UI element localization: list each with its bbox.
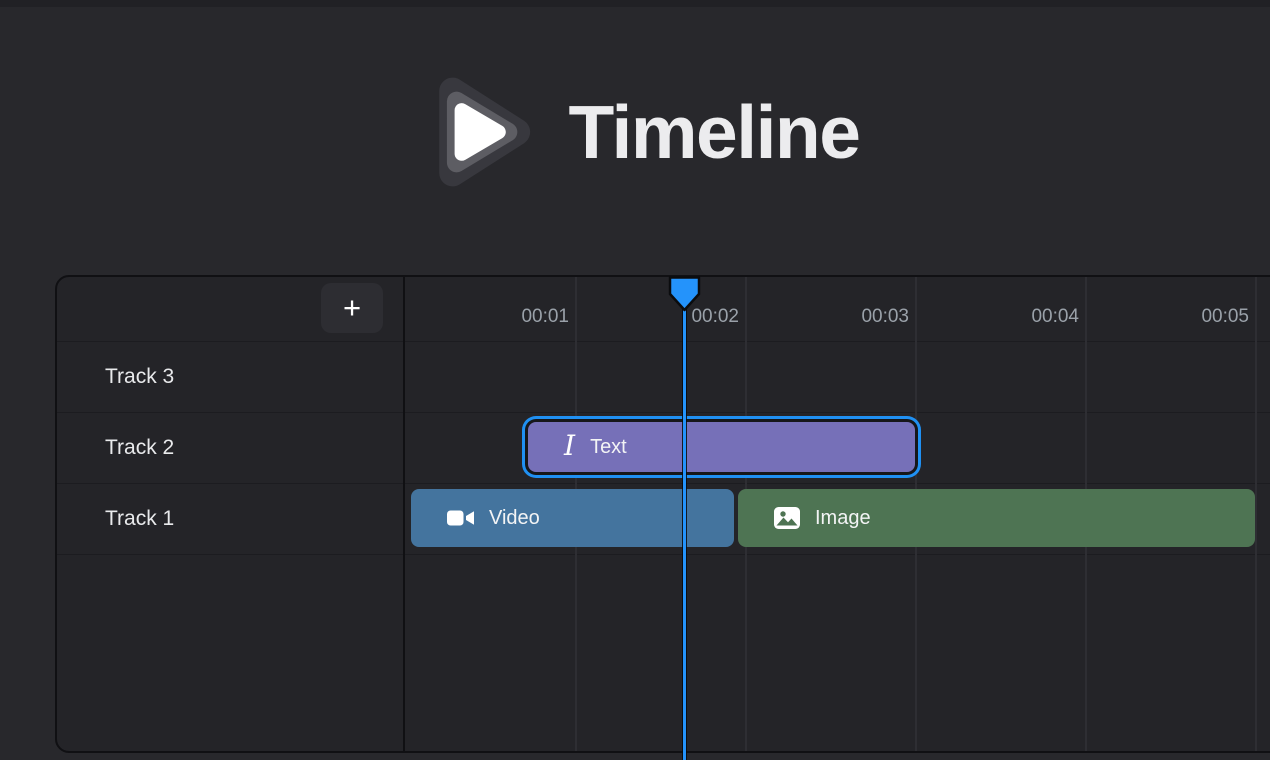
ruler-tick: 00:05 [1087, 277, 1257, 341]
play-logo-icon [411, 68, 543, 196]
app-window: Timeline + Track 3 Track 2 Track 1 [0, 0, 1270, 760]
track-label-text: Track 2 [105, 436, 174, 460]
italic-text-icon: I [564, 432, 575, 460]
window-top-edge [0, 0, 1270, 7]
app-title: Timeline [569, 89, 860, 175]
track-label-track-3: Track 3 [57, 341, 403, 412]
clip-label: Video [489, 507, 540, 530]
ruler-tick: 00:04 [917, 277, 1087, 341]
track-label-track-1: Track 1 [57, 483, 403, 554]
ruler-tick: 00:02 [577, 277, 747, 341]
ruler-tick: 00:03 [747, 277, 917, 341]
clip-label: Text [590, 436, 627, 459]
track-label-text: Track 1 [105, 507, 174, 531]
playhead-handle-icon[interactable] [667, 275, 703, 313]
track-label-track-2: Track 2 [57, 412, 403, 483]
time-ruler[interactable]: 00:01 00:02 00:03 00:04 00:05 [407, 277, 1257, 341]
timeline-grid[interactable]: 00:01 00:02 00:03 00:04 00:05 I Text Vid… [407, 277, 1270, 751]
playhead[interactable] [667, 275, 703, 760]
add-track-button[interactable]: + [321, 283, 383, 333]
clip-label: Image [815, 507, 871, 530]
track-label-text: Track 3 [105, 365, 174, 389]
ruler-tick: 00:01 [407, 277, 577, 341]
playhead-line [683, 277, 686, 760]
sidebar-header: + [57, 277, 403, 341]
track-sidebar: + Track 3 Track 2 Track 1 [57, 277, 405, 751]
app-header: Timeline [0, 68, 1270, 196]
video-camera-icon [447, 508, 474, 528]
timeline-panel: + Track 3 Track 2 Track 1 00:01 00:02 00… [55, 275, 1270, 753]
clip-text[interactable]: I Text [528, 422, 915, 472]
clip-image[interactable]: Image [738, 489, 1255, 547]
gridline [1255, 277, 1257, 751]
image-icon [774, 507, 800, 529]
